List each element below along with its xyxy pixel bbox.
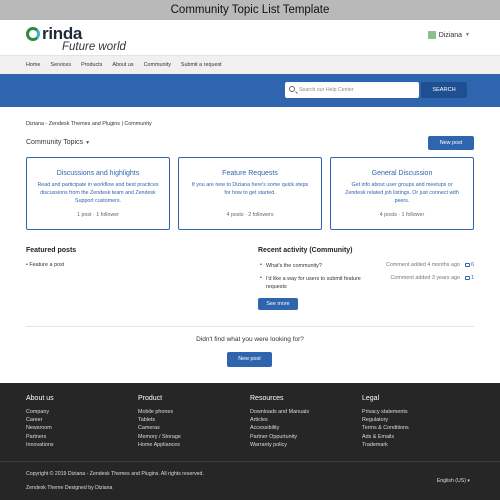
footer-link[interactable]: Accessibility bbox=[250, 424, 309, 432]
comment-count-value: 6 bbox=[471, 262, 474, 268]
footer-heading: About us bbox=[26, 395, 54, 402]
comment-count[interactable]: 6 bbox=[465, 262, 474, 268]
topic-card[interactable]: Feature Requests If you are new to Dizia… bbox=[178, 157, 322, 230]
topic-card[interactable]: General Discussion Get info about user g… bbox=[330, 157, 474, 230]
footer-column-resources: Resources Downloads and Manuals Articles… bbox=[250, 395, 309, 449]
main-nav: Home Services Products About us Communit… bbox=[0, 55, 500, 74]
bullet: • bbox=[260, 262, 262, 268]
topics-heading: Community Topics bbox=[26, 139, 84, 146]
comment-count[interactable]: 1 bbox=[465, 275, 474, 281]
footer-link[interactable]: Company bbox=[26, 408, 54, 416]
comment-count-value: 1 bbox=[471, 275, 474, 281]
search-input[interactable]: Search our Help Center bbox=[285, 82, 419, 98]
cta-new-post-button[interactable]: New post bbox=[227, 352, 272, 367]
breadcrumb[interactable]: Diziana - Zendesk Themes and Plugins | C… bbox=[26, 121, 152, 127]
logo-ring-icon bbox=[26, 27, 40, 41]
search-placeholder: Search our Help Center bbox=[299, 87, 354, 93]
footer-column-product: Product Mobile phones Tablets Cameras Me… bbox=[138, 395, 181, 449]
topic-title[interactable]: General Discussion bbox=[341, 170, 463, 177]
language-selector[interactable]: English (US) ▾ bbox=[437, 478, 470, 484]
footer-heading: Resources bbox=[250, 395, 284, 402]
footer-link[interactable]: Articles bbox=[250, 416, 309, 424]
footer-link[interactable]: Partners bbox=[26, 433, 54, 441]
language-label: English (US) bbox=[436, 478, 466, 484]
designed-by[interactable]: Zendesk Theme Designed by Diziana bbox=[26, 485, 112, 491]
chevron-down-icon: ▾ bbox=[467, 478, 470, 484]
new-post-button[interactable]: New post bbox=[428, 136, 474, 150]
comment-icon bbox=[465, 263, 470, 267]
footer-link[interactable]: Cameras bbox=[138, 424, 181, 432]
featured-post-link[interactable]: Feature a post bbox=[29, 262, 64, 268]
topics-dropdown[interactable]: Community Topics ▼ bbox=[26, 139, 90, 146]
site-header: rinda Future world Diziana ▼ bbox=[0, 20, 500, 55]
bullet: • bbox=[260, 275, 262, 281]
activity-meta: Comment added 4 months ago bbox=[385, 262, 460, 268]
recent-activity-heading: Recent activity (Community) bbox=[258, 247, 353, 254]
footer-link[interactable]: Memory / Storage bbox=[138, 433, 181, 441]
activity-question[interactable]: I'd like a way for users to submit featu… bbox=[266, 275, 376, 291]
footer-divider bbox=[0, 461, 500, 462]
cta-text: Didn't find what you were looking for? bbox=[196, 336, 304, 343]
divider bbox=[26, 326, 474, 327]
topic-meta: 4 posts · 2 followers bbox=[226, 212, 274, 218]
topic-description: If you are new to Diziana here's some qu… bbox=[191, 182, 309, 196]
chevron-down-icon: ▼ bbox=[465, 32, 470, 38]
footer-link[interactable]: Warranty policy bbox=[250, 441, 309, 449]
topic-title[interactable]: Feature Requests bbox=[189, 170, 311, 177]
footer-link[interactable]: Home Appliances bbox=[138, 441, 181, 449]
user-menu[interactable]: Diziana ▼ bbox=[427, 31, 470, 39]
template-title: Community Topic List Template bbox=[0, 0, 500, 20]
nav-item-community[interactable]: Community bbox=[144, 56, 171, 74]
comment-icon bbox=[465, 276, 470, 280]
footer-link[interactable]: Innovations bbox=[26, 441, 54, 449]
topic-description: Read and participate in workflow and bes… bbox=[37, 182, 159, 204]
footer-link[interactable]: Trademark bbox=[362, 441, 409, 449]
footer-link[interactable]: Mobile phones bbox=[138, 408, 181, 416]
user-name: Diziana bbox=[438, 31, 463, 39]
nav-item-submit-request[interactable]: Submit a request bbox=[181, 56, 222, 74]
footer-heading: Product bbox=[138, 395, 163, 402]
search-button[interactable]: SEARCH bbox=[421, 82, 467, 98]
list-item[interactable]: • Feature a post bbox=[26, 262, 64, 268]
logo[interactable]: rinda Future world bbox=[26, 24, 136, 53]
footer-link[interactable]: Ads & Emails bbox=[362, 433, 409, 441]
featured-posts-heading: Featured posts bbox=[26, 247, 77, 254]
nav-item-home[interactable]: Home bbox=[26, 56, 40, 74]
footer-column-about: About us Company Career Newsroom Partner… bbox=[26, 395, 54, 449]
chevron-down-icon: ▼ bbox=[85, 140, 91, 146]
nav-item-about-us[interactable]: About us bbox=[112, 56, 133, 74]
topic-card[interactable]: Discussions and highlights Read and part… bbox=[26, 157, 170, 230]
search-icon bbox=[289, 86, 295, 92]
footer-heading: Legal bbox=[362, 395, 380, 402]
site-footer: About us Company Career Newsroom Partner… bbox=[0, 383, 500, 500]
logo-subtitle: Future world bbox=[62, 41, 126, 53]
topic-meta: 4 posts · 1 follower bbox=[379, 212, 425, 218]
footer-column-legal: Legal Privacy statements Regulatory Term… bbox=[362, 395, 409, 449]
footer-link[interactable]: Privacy statements bbox=[362, 408, 409, 416]
activity-meta: Comment added 3 years ago bbox=[390, 275, 460, 281]
footer-link[interactable]: Tablets bbox=[138, 416, 181, 424]
topic-title[interactable]: Discussions and highlights bbox=[37, 170, 159, 177]
copyright: Copyright © 2019 Diziana - Zendesk Theme… bbox=[26, 471, 204, 477]
footer-link[interactable]: Newsroom bbox=[26, 424, 54, 432]
activity-question[interactable]: What's the community? bbox=[266, 262, 376, 270]
footer-link[interactable]: Career bbox=[26, 416, 54, 424]
avatar bbox=[427, 31, 436, 39]
see-more-button[interactable]: See more bbox=[258, 298, 298, 310]
footer-link[interactable]: Terms & Conditions bbox=[362, 424, 409, 432]
nav-item-services[interactable]: Services bbox=[50, 56, 71, 74]
topic-description: Get info about user groups and meetups o… bbox=[345, 182, 459, 204]
nav-item-products[interactable]: Products bbox=[81, 56, 102, 74]
footer-link[interactable]: Regulatory bbox=[362, 416, 409, 424]
topic-meta: 1 post · 1 follower bbox=[77, 212, 119, 218]
footer-link[interactable]: Partner Oppurtunity bbox=[250, 433, 309, 441]
footer-link[interactable]: Downloads and Manuals bbox=[250, 408, 309, 416]
